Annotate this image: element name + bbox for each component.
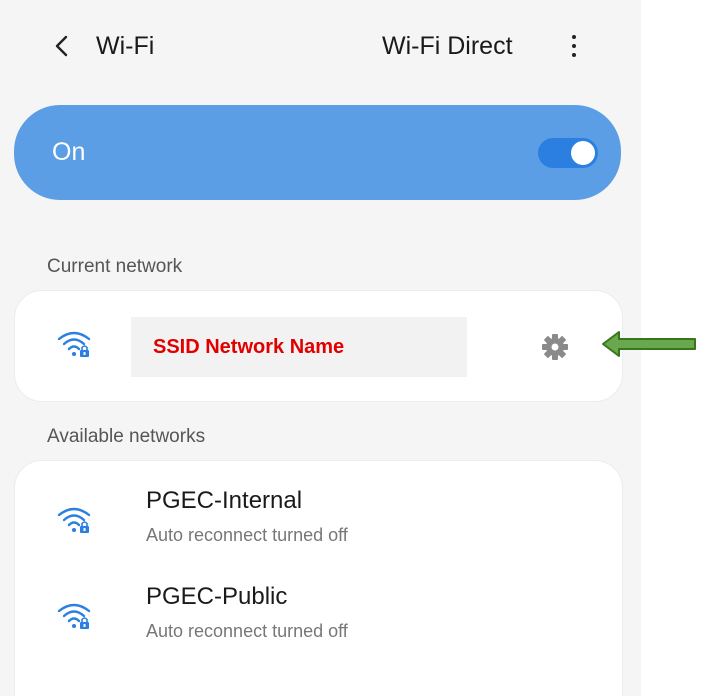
- available-networks-header: Available networks: [47, 426, 206, 447]
- toggle-knob: [571, 141, 595, 165]
- wifi-direct-button[interactable]: Wi-Fi Direct: [382, 28, 513, 64]
- ssid-name-text: SSID Network Name: [153, 336, 345, 358]
- available-networks-card: PGEC-Internal Auto reconnect turned off …: [14, 460, 623, 696]
- wifi-master-switch[interactable]: On: [14, 105, 621, 200]
- current-network-header: Current network: [47, 256, 183, 277]
- back-button[interactable]: [42, 26, 82, 66]
- wifi-state-label: On: [52, 138, 86, 166]
- network-name: PGEC-Internal: [146, 487, 303, 514]
- ssid-name-field: SSID Network Name: [131, 317, 467, 377]
- network-status: Auto reconnect turned off: [146, 621, 348, 641]
- wifi-locked-icon: [57, 331, 91, 357]
- current-network-card[interactable]: SSID Network Name: [14, 290, 623, 402]
- wifi-locked-icon: [57, 603, 91, 629]
- wifi-toggle-switch[interactable]: [538, 138, 598, 168]
- wifi-locked-icon: [57, 507, 91, 533]
- network-status: Auto reconnect turned off: [146, 525, 348, 545]
- network-settings-button[interactable]: [539, 331, 571, 363]
- gear-icon: [542, 334, 568, 360]
- chevron-left-icon: [55, 35, 68, 57]
- app-header: Wi-Fi Wi-Fi Direct: [0, 0, 641, 96]
- network-item-pgec-public[interactable]: PGEC-Public Auto reconnect turned off: [15, 567, 622, 662]
- annotation-arrow-icon: [602, 331, 696, 357]
- wifi-settings-screen: Wi-Fi Wi-Fi Direct On Current network SS…: [0, 0, 641, 696]
- more-options-button[interactable]: [560, 28, 588, 64]
- more-options-icon: [572, 35, 576, 39]
- network-item-pgec-internal[interactable]: PGEC-Internal Auto reconnect turned off: [15, 471, 622, 566]
- network-name: PGEC-Public: [146, 583, 288, 610]
- page-title: Wi-Fi: [96, 32, 155, 60]
